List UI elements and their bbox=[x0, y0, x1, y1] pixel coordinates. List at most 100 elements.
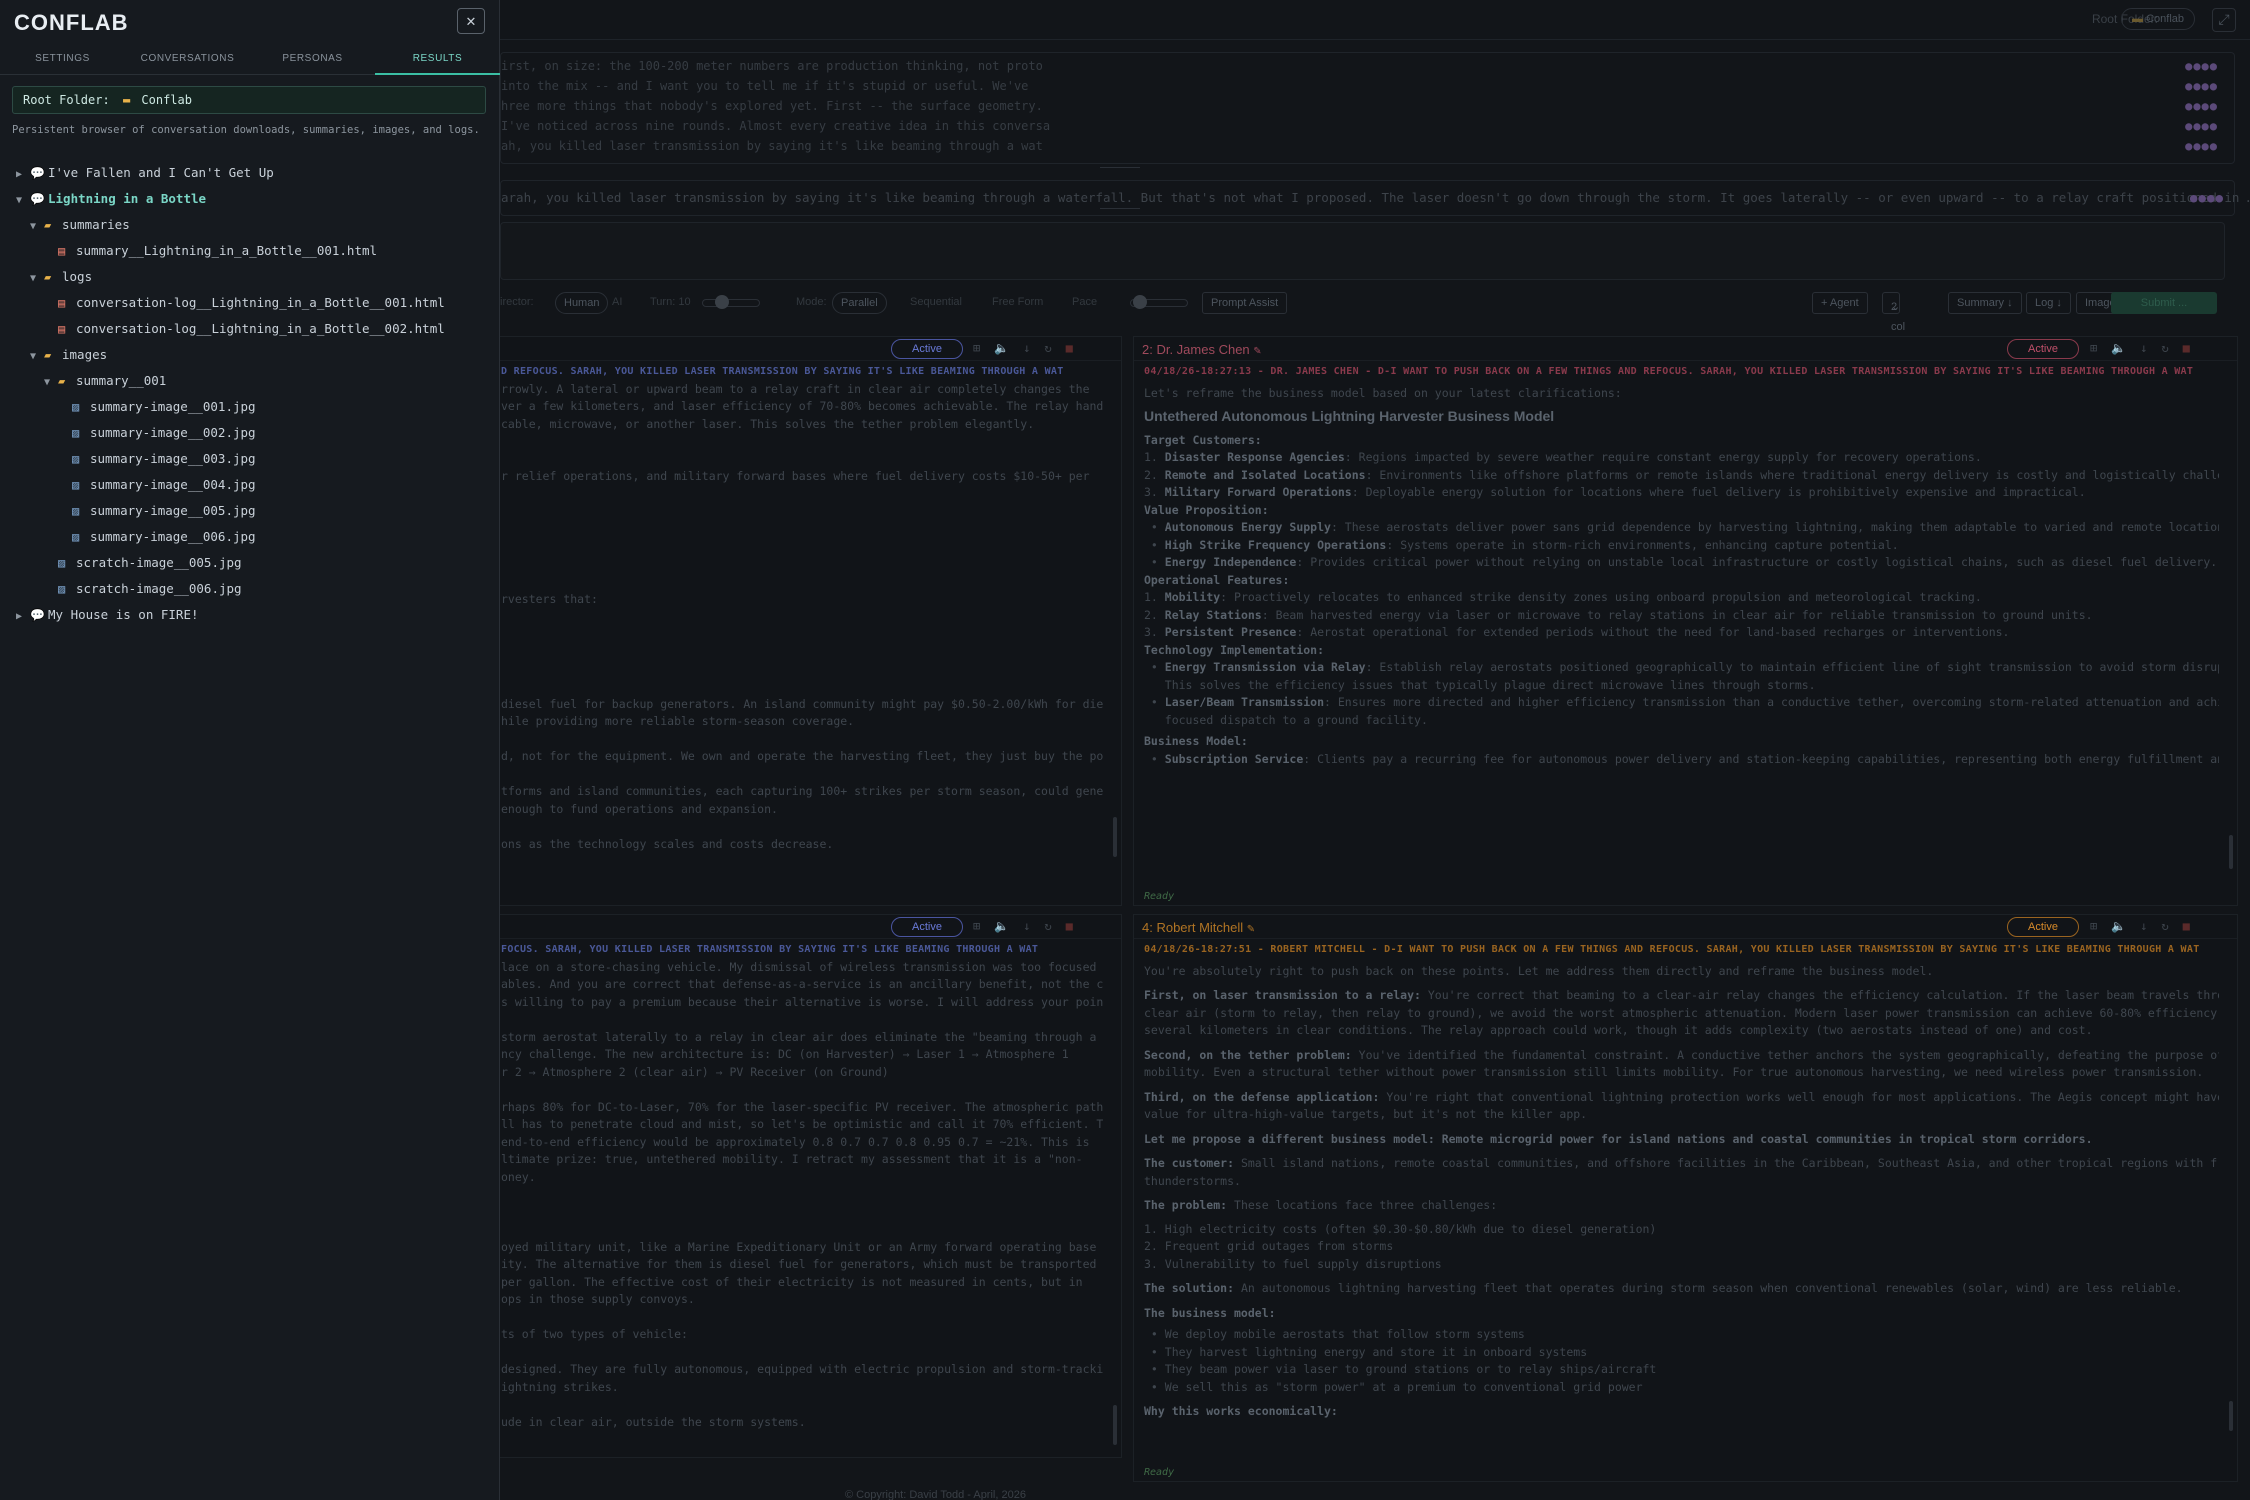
grid-icon[interactable]: ⊞ bbox=[2090, 919, 2111, 933]
refresh-icon[interactable]: ↻ bbox=[1044, 919, 1065, 933]
tree-item[interactable]: ▨ summary-image__001.jpg bbox=[58, 394, 256, 420]
collapse-icon[interactable]: ▼ bbox=[30, 344, 44, 370]
refresh-icon[interactable]: ↻ bbox=[2161, 919, 2182, 933]
tree-item-label: logs bbox=[62, 269, 93, 284]
speaker-icon[interactable]: 🔈 bbox=[994, 341, 1023, 355]
trash-icon[interactable]: ■ bbox=[2183, 341, 2204, 355]
main-area: Root Folder: ▬ Conflab ⤢ irst, on size: … bbox=[500, 0, 2250, 1500]
speaker-icon[interactable]: 🔈 bbox=[2111, 341, 2140, 355]
pane-title: 4: Robert Mitchell ✎ bbox=[1142, 920, 1255, 935]
collapse-icon[interactable]: ▼ bbox=[16, 188, 30, 214]
list-item: 3. Military Forward Operations: Deployab… bbox=[1144, 485, 2086, 499]
image-icon: ▨ bbox=[72, 478, 80, 492]
message-input[interactable] bbox=[500, 222, 2225, 280]
speaker-icon[interactable]: 🔈 bbox=[2111, 919, 2140, 933]
tree-item[interactable]: ▼ ▰ summary__001 bbox=[44, 368, 166, 394]
tree-item[interactable]: ▼ ▰ summaries bbox=[30, 212, 130, 238]
expand-icon[interactable]: ▶ bbox=[16, 162, 30, 188]
tree-item[interactable]: ▼ 💬 Lightning in a Bottle bbox=[16, 186, 206, 212]
director-ai-toggle[interactable]: AI bbox=[612, 296, 622, 308]
tree-item[interactable]: ▨ scratch-image__005.jpg bbox=[44, 550, 242, 576]
grid-icon[interactable]: ⊞ bbox=[2090, 341, 2111, 355]
tree-item[interactable]: ▶ 💬 My House is on FIRE! bbox=[16, 602, 199, 628]
tree-item[interactable]: ▤ conversation-log__Lightning_in_a_Bottle… bbox=[44, 290, 445, 316]
agent-name: 2: Dr. James Chen bbox=[1142, 342, 1250, 357]
current-prompt[interactable]: arah, you killed laser transmission by s… bbox=[500, 180, 2250, 216]
pane-status-toggle[interactable]: Active bbox=[2007, 339, 2079, 359]
pane-status-toggle[interactable]: Active bbox=[891, 917, 963, 937]
expand-icon[interactable]: ▶ bbox=[16, 604, 30, 630]
tab-results[interactable]: RESULTS bbox=[375, 45, 500, 75]
download-icon[interactable]: ↓ bbox=[1023, 919, 1044, 933]
trash-icon[interactable]: ■ bbox=[2183, 919, 2204, 933]
refresh-icon[interactable]: ↻ bbox=[2161, 341, 2182, 355]
speaker-icon[interactable]: 🔈 bbox=[994, 919, 1023, 933]
tree-item[interactable]: ▼ ▰ images bbox=[30, 342, 107, 368]
pane-scrollbar[interactable] bbox=[1113, 817, 1117, 857]
download-icon[interactable]: ↓ bbox=[2140, 341, 2161, 355]
collapse-icon[interactable]: ▼ bbox=[44, 370, 58, 396]
edit-icon[interactable]: ✎ bbox=[1253, 346, 1261, 357]
tab-settings[interactable]: SETTINGS bbox=[0, 45, 125, 75]
root-folder-box[interactable]: Root Folder: ▬ Conflab bbox=[12, 86, 486, 114]
tree-item[interactable]: ▨ summary-image__004.jpg bbox=[58, 472, 256, 498]
collapse-icon[interactable]: ▼ bbox=[30, 214, 44, 240]
more-dots-icon[interactable]: ●●●● bbox=[2185, 59, 2218, 73]
pace-slider[interactable] bbox=[1130, 295, 1188, 309]
director-human-toggle[interactable]: Human bbox=[555, 292, 609, 314]
add-agent-button[interactable]: + Agent bbox=[1812, 292, 1868, 314]
tree-item[interactable]: ▼ ▰ logs bbox=[30, 264, 92, 290]
expand-icon[interactable]: ⤢ bbox=[2212, 8, 2236, 32]
more-dots-icon[interactable]: ●●●● bbox=[2185, 79, 2218, 93]
pane-scrollbar[interactable] bbox=[1113, 1405, 1117, 1445]
para-value: You've identified the fundamental constr… bbox=[1351, 1047, 2219, 1062]
log-download-button[interactable]: Log ↓ bbox=[2026, 292, 2071, 314]
tab-personas[interactable]: PERSONAS bbox=[250, 45, 375, 75]
trash-icon[interactable]: ■ bbox=[1066, 341, 1087, 355]
grid-icon[interactable]: ⊞ bbox=[973, 341, 994, 355]
message-line: per gallon. The effective cost of their … bbox=[501, 1274, 1083, 1289]
more-dots-icon[interactable]: ●●●● bbox=[2185, 119, 2218, 133]
tree-item[interactable]: ▨ summary-image__003.jpg bbox=[58, 446, 256, 472]
tree-item[interactable]: ▶ 💬 I've Fallen and I Can't Get Up bbox=[16, 160, 274, 186]
message-line: rhaps 80% for DC-to-Laser, 70% for the l… bbox=[501, 1099, 1103, 1114]
more-dots-icon[interactable]: ●●●● bbox=[2185, 139, 2218, 153]
pane-scrollbar[interactable] bbox=[2229, 835, 2233, 869]
para-key: Second, on the tether problem: bbox=[1144, 1047, 1352, 1062]
trash-icon[interactable]: ■ bbox=[1066, 919, 1087, 933]
tab-conversations[interactable]: CONVERSATIONS bbox=[125, 45, 250, 75]
pane-status-toggle[interactable]: Active bbox=[2007, 917, 2079, 937]
download-icon[interactable]: ↓ bbox=[2140, 919, 2161, 933]
list-item: • Energy Transmission via Relay: Establi… bbox=[1144, 659, 2219, 677]
turn-slider[interactable] bbox=[702, 295, 760, 309]
pane-scrollbar[interactable] bbox=[2229, 1401, 2233, 1431]
tree-item[interactable]: ▤ summary__Lightning_in_a_Bottle__001.htm… bbox=[44, 238, 377, 264]
tree-item[interactable]: ▨ scratch-image__006.jpg bbox=[44, 576, 242, 602]
more-dots-icon[interactable]: ●●●● bbox=[2185, 99, 2218, 113]
more-dots-icon[interactable]: ●●●● bbox=[2190, 181, 2224, 215]
collapse-icon[interactable]: ▼ bbox=[30, 266, 44, 292]
columns-select[interactable]: 2 col ⌄ bbox=[1882, 292, 1905, 333]
mode-parallel-toggle[interactable]: Parallel bbox=[832, 292, 887, 314]
prompt-assist-button[interactable]: Prompt Assist bbox=[1202, 292, 1288, 314]
tree-item[interactable]: ▤ conversation-log__Lightning_in_a_Bottle… bbox=[44, 316, 445, 342]
submit-button[interactable]: Submit ... bbox=[2111, 292, 2217, 314]
tree-item-label: My House is on FIRE! bbox=[48, 607, 199, 622]
tree-item[interactable]: ▨ summary-image__006.jpg bbox=[58, 524, 256, 550]
resize-handle[interactable] bbox=[1100, 208, 1140, 209]
tree-item[interactable]: ▨ summary-image__002.jpg bbox=[58, 420, 256, 446]
mode-sequential-toggle[interactable]: Sequential bbox=[910, 296, 962, 308]
resize-handle[interactable] bbox=[1100, 167, 1140, 168]
edit-icon[interactable]: ✎ bbox=[1247, 924, 1255, 935]
close-icon[interactable]: ✕ bbox=[457, 8, 485, 34]
refresh-icon[interactable]: ↻ bbox=[1044, 341, 1065, 355]
mode-free-form-toggle[interactable]: Free Form bbox=[992, 296, 1043, 308]
grid-icon[interactable]: ⊞ bbox=[973, 919, 994, 933]
download-icon[interactable]: ↓ bbox=[1023, 341, 1044, 355]
agent-pane-1: Active ⊞🔈↓↻■ D REFOCUS. SARAH, YOU KILLE… bbox=[500, 336, 1122, 906]
tree-item[interactable]: ▨ summary-image__005.jpg bbox=[58, 498, 256, 524]
section-label: Operational Features: bbox=[1144, 572, 1290, 587]
pane-status-toggle[interactable]: Active bbox=[891, 339, 963, 359]
summary-download-button[interactable]: Summary ↓ bbox=[1948, 292, 2022, 314]
root-folder-button[interactable]: ▬ Conflab bbox=[2121, 8, 2195, 30]
